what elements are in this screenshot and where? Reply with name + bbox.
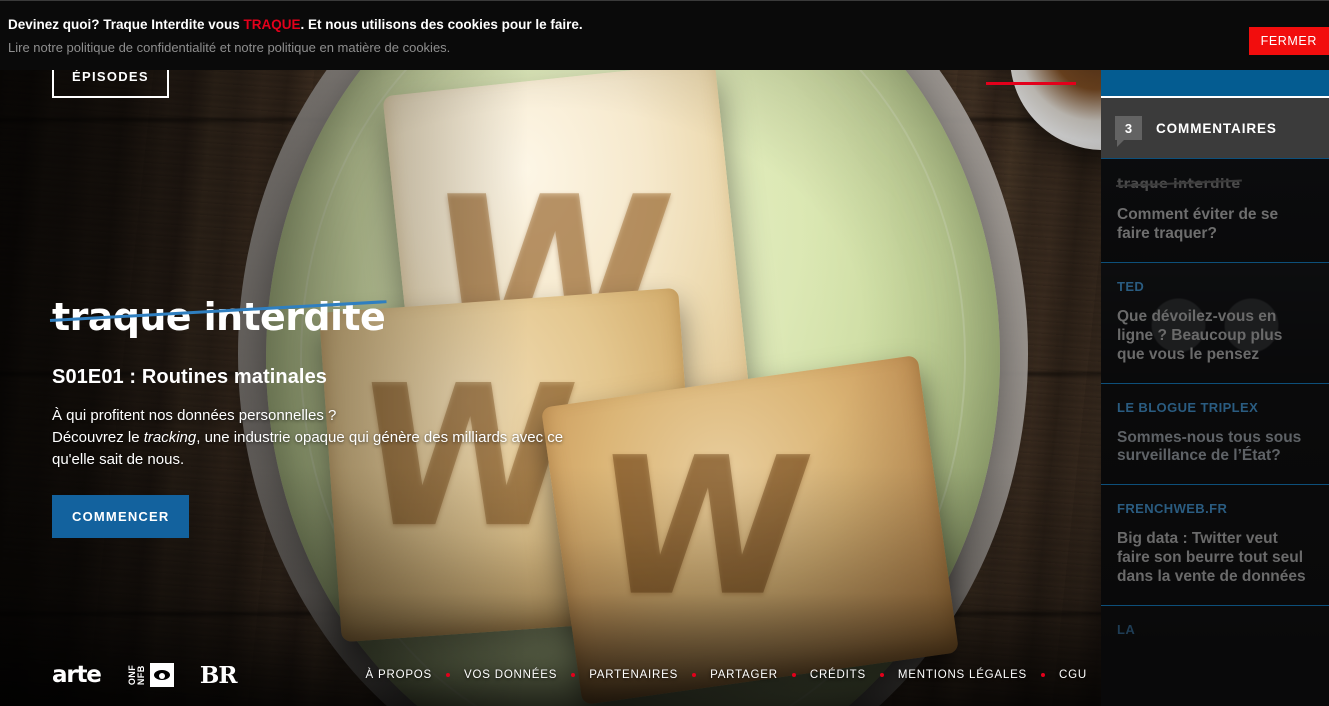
onf-nfb-logo[interactable]: ONF NFB — [127, 663, 174, 687]
card-source-label: LE BLOGUE TRIPLEX — [1117, 399, 1259, 415]
sidebar-card-item[interactable]: FRENCHWEB.FR Big data : Twitter veut fai… — [1101, 484, 1329, 606]
right-sidebar: 3 COMMENTAIRES traque interdite Comment … — [1101, 0, 1329, 706]
comments-header-label: COMMENTAIRES — [1156, 120, 1277, 136]
footer-link-vos-donnees[interactable]: VOS DONNÉES — [450, 669, 571, 681]
description-line-2-after: , une industrie opaque qui génère des mi… — [196, 429, 564, 447]
cookie-headline-after: . Et nous utilisons des cookies pour le … — [300, 17, 583, 32]
brand-logo: traque interdite — [49, 297, 387, 338]
comments-count-badge: 3 — [1115, 116, 1142, 147]
footer-link-partager[interactable]: PARTAGER — [696, 669, 792, 681]
cookie-banner: Devinez quoi? Traque Interdite vous TRAQ… — [0, 0, 1329, 70]
description-line-1: À qui profitent nos données personnelles… — [52, 406, 337, 424]
sidebar-card-item[interactable]: traque interdite Comment éviter de se fa… — [1101, 158, 1329, 262]
description-line-3: qu'elle sait de nous. — [52, 451, 185, 469]
footer-link-mentions-legales[interactable]: MENTIONS LÉGALES — [884, 669, 1041, 681]
sidebar-card-item[interactable]: TED Que dévoilez-vous en ligne ? Beaucou… — [1101, 261, 1329, 383]
arte-logo[interactable]: arte — [52, 662, 102, 688]
cookie-banner-headline: Devinez quoi? Traque Interdite vous TRAQ… — [8, 17, 583, 32]
nfb-label: NFB — [135, 665, 146, 686]
card-source-label: traque interdite — [1115, 177, 1242, 192]
card-title: Que dévoilez-vous en ligne ? Beaucoup pl… — [1117, 307, 1283, 363]
footer-link-a-propos[interactable]: À PROPOS — [352, 669, 446, 681]
onf-nfb-logo-text: ONF NFB — [127, 665, 146, 686]
cookie-banner-subtext[interactable]: Lire notre politique de confidentialité … — [8, 40, 450, 55]
card-source-label: LA — [1117, 622, 1136, 638]
footer-logos: arte ONF NFB BR — [0, 662, 238, 689]
card-title: Big data : Twitter veut faire son beurre… — [1117, 530, 1306, 586]
footer-link-partenaires[interactable]: PARTENAIRES — [575, 669, 692, 681]
close-cookie-banner-button[interactable]: FERMER — [1248, 27, 1329, 55]
cookie-headline-before: Devinez quoi? Traque Interdite vous — [8, 17, 244, 32]
card-source-label: TED — [1117, 278, 1145, 294]
cookie-headline-highlight: TRAQUE — [243, 17, 301, 32]
footer: arte ONF NFB BR À PROPOS VOS DONNÉES PAR… — [0, 644, 1101, 706]
comments-header[interactable]: 3 COMMENTAIRES — [1101, 96, 1329, 158]
footer-link-credits[interactable]: CRÉDITS — [796, 669, 880, 681]
card-title: Sommes-nous tous sous surveillance de l’… — [1117, 428, 1302, 465]
footer-navigation: À PROPOS VOS DONNÉES PARTENAIRES PARTAGE… — [352, 669, 1101, 681]
commencer-button[interactable]: COMMENCER — [52, 495, 190, 539]
sidebar-card-item[interactable]: LE BLOGUE TRIPLEX Sommes-nous tous sous … — [1101, 382, 1329, 485]
page-root: W W W ÉPISODES CONNEXION traque interdit… — [0, 0, 1329, 706]
description-emphasis: tracking — [143, 429, 197, 447]
hero-copy: traque interdite S01E01 : Routines matin… — [49, 297, 672, 539]
card-source-label: FRENCHWEB.FR — [1117, 501, 1228, 517]
br-logo[interactable]: BR — [200, 662, 238, 689]
sidebar-card-item[interactable]: LA — [1101, 605, 1329, 646]
episode-title: S01E01 : Routines matinales — [52, 365, 328, 388]
eye-icon — [149, 663, 174, 687]
footer-link-cgu[interactable]: CGU — [1045, 669, 1101, 681]
description-line-2-before: Découvrez le — [52, 429, 144, 447]
episode-description: À qui profitent nos données personnelles… — [52, 405, 597, 472]
card-title: Comment éviter de se faire traquer? — [1117, 206, 1279, 242]
